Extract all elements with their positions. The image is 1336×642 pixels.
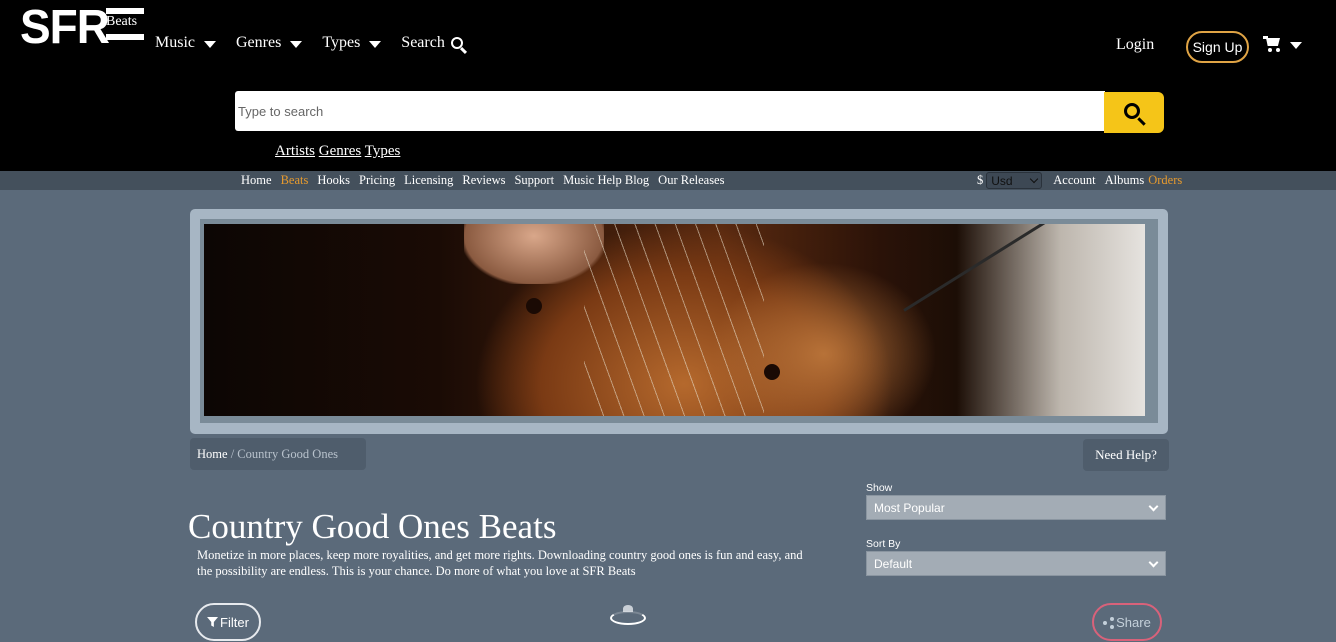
- chevron-down-icon: [1030, 174, 1039, 184]
- subnav-our-releases[interactable]: Our Releases: [658, 173, 724, 188]
- share-button[interactable]: Share: [1092, 603, 1162, 641]
- show-label: Show: [866, 482, 893, 494]
- sort-label: Sort By: [866, 538, 901, 550]
- filter-label: Filter: [220, 614, 249, 630]
- signup-button[interactable]: Sign Up: [1186, 31, 1249, 63]
- breadcrumb-home[interactable]: Home: [197, 447, 228, 461]
- page-title: Country Good Ones Beats: [188, 507, 557, 546]
- cart-icon: [1263, 36, 1281, 52]
- nav-music-label: Music: [155, 34, 195, 51]
- filter-icon: [207, 617, 219, 627]
- logo-text: SFR: [20, 0, 110, 54]
- subnav-beats[interactable]: Beats: [281, 173, 309, 188]
- show-select-value: Most Popular: [874, 501, 945, 515]
- subnav-orders[interactable]: Orders: [1148, 173, 1182, 188]
- show-select[interactable]: Most Popular: [866, 495, 1166, 520]
- logo-bar-bottom: [106, 34, 144, 40]
- currency-select[interactable]: Usd: [986, 172, 1043, 189]
- top-header: SFR Beats Music Genres Types Search Logi…: [0, 0, 1336, 171]
- search-submit-button[interactable]: [1104, 92, 1164, 133]
- breadcrumb-separator: /: [230, 447, 235, 461]
- site-logo[interactable]: SFR Beats: [20, 0, 144, 54]
- banner-inner-frame: [200, 219, 1158, 423]
- need-help-button[interactable]: Need Help?: [1083, 439, 1169, 471]
- share-label: Share: [1116, 614, 1151, 630]
- banner: [190, 209, 1168, 434]
- search-icon: [450, 37, 463, 49]
- search-icon: [1124, 102, 1140, 119]
- logo-sub-text: Beats: [106, 14, 138, 29]
- currency-value: Usd: [991, 173, 1013, 188]
- filter-button[interactable]: Filter: [195, 603, 261, 641]
- nav-types[interactable]: Types: [322, 34, 382, 52]
- nav-search[interactable]: Search: [401, 34, 463, 52]
- chevron-down-icon: [1148, 501, 1159, 512]
- caret-down-icon: [290, 40, 303, 48]
- caret-down-icon: [1290, 41, 1302, 49]
- nav-types-label: Types: [322, 34, 361, 51]
- search-input[interactable]: [235, 91, 1105, 131]
- main-nav: Music Genres Types Search: [155, 34, 483, 52]
- cart-menu[interactable]: [1263, 36, 1302, 52]
- chevron-down-icon: [1148, 557, 1159, 568]
- subnav-hooks[interactable]: Hooks: [317, 173, 350, 188]
- cello-banner-image: [204, 224, 1145, 416]
- quicklink-types[interactable]: Types: [365, 143, 401, 159]
- caret-down-icon: [204, 40, 216, 48]
- subnav-reviews[interactable]: Reviews: [462, 173, 505, 188]
- quick-links: Artists Genres Types: [275, 143, 400, 160]
- caret-down-icon: [369, 40, 382, 48]
- share-icon: [1103, 616, 1115, 629]
- nav-genres[interactable]: Genres: [236, 34, 303, 52]
- nav-genres-label: Genres: [236, 34, 282, 51]
- logo-beats-mark: Beats: [106, 4, 144, 40]
- sort-select[interactable]: Default: [866, 551, 1166, 576]
- subnav-account[interactable]: Account: [1053, 173, 1095, 188]
- secondary-nav-account: $ Usd Account Albums Orders: [977, 172, 1182, 189]
- login-link[interactable]: Login: [1116, 36, 1154, 54]
- subnav-pricing[interactable]: Pricing: [359, 173, 395, 188]
- subnav-licensing[interactable]: Licensing: [404, 173, 453, 188]
- quicklink-artists[interactable]: Artists: [275, 143, 315, 159]
- breadcrumb: Home / Country Good Ones: [190, 438, 366, 470]
- nav-search-label: Search: [401, 34, 445, 51]
- nav-music[interactable]: Music: [155, 34, 216, 52]
- subnav-support[interactable]: Support: [514, 173, 554, 188]
- subnav-music-help-blog[interactable]: Music Help Blog: [563, 173, 649, 188]
- currency-symbol: $: [977, 173, 984, 187]
- page-description: Monetize in more places, keep more royal…: [197, 548, 803, 578]
- subnav-albums[interactable]: Albums: [1105, 173, 1145, 188]
- quicklink-genres[interactable]: Genres: [319, 143, 361, 159]
- breadcrumb-current: Country Good Ones: [237, 447, 338, 461]
- secondary-nav-links: Home Beats Hooks Pricing Licensing Revie…: [241, 173, 733, 188]
- subnav-home[interactable]: Home: [241, 173, 272, 188]
- loading-spinner-icon: [609, 604, 647, 626]
- sort-select-value: Default: [874, 557, 913, 571]
- secondary-nav: Home Beats Hooks Pricing Licensing Revie…: [0, 171, 1336, 190]
